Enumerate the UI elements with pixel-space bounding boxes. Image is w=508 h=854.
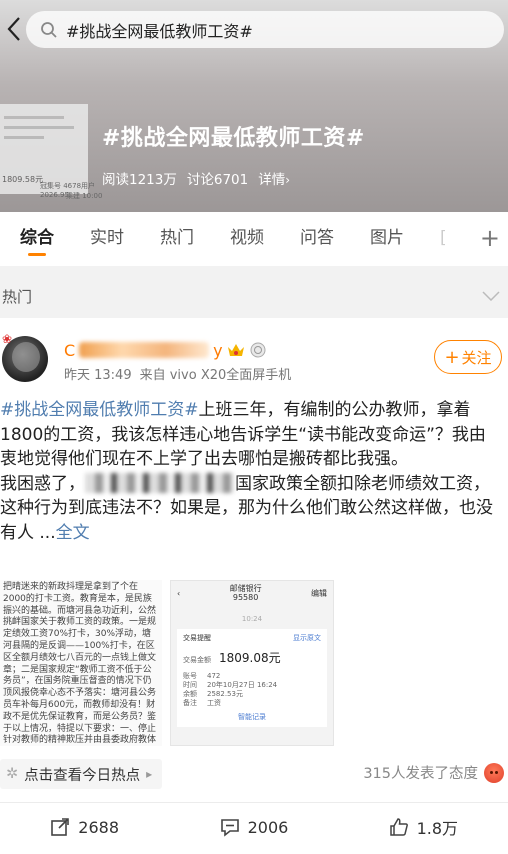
read-count: 阅读1213万	[102, 172, 177, 188]
sparkle-icon: ✲	[6, 766, 19, 782]
topic-title: #挑战全网最低教师工资#	[102, 126, 365, 151]
censored-mosaic	[85, 472, 235, 493]
add-tab-icon[interactable]: +	[480, 224, 500, 252]
search-query: #挑战全网最低教师工资#	[66, 21, 253, 41]
like-count: 1.8万	[416, 819, 459, 838]
triangle-right-icon: ▸	[146, 767, 153, 781]
thumbs-up-icon	[389, 818, 408, 836]
like-button[interactable]: 1.8万	[339, 815, 508, 839]
sms-smart-link: 智能记录	[238, 713, 266, 721]
read-more-link[interactable]: 全文	[56, 523, 90, 543]
comment-button[interactable]: 2006	[169, 817, 338, 837]
post-meta: 昨天 13:49 来自 vivo X20全面屏手机	[64, 364, 291, 383]
today-hot-button[interactable]: ✲ 点击查看今日热点 ▸	[0, 759, 163, 789]
sms-amount-label: 交易金额	[183, 656, 211, 664]
plus-icon: +	[444, 346, 460, 368]
tab-realtime[interactable]: 实时	[90, 212, 124, 266]
search-icon	[41, 21, 57, 38]
tab-bar: 综合 实时 热门 视频 问答 图片 [	[0, 212, 508, 266]
chevron-down-icon[interactable]	[482, 291, 500, 301]
topic-thumbnail: 1809.58元	[0, 104, 88, 194]
badge-icon: ❀	[2, 332, 13, 346]
tab-overflow[interactable]: [	[440, 212, 447, 266]
tab-qa[interactable]: 问答	[300, 212, 334, 266]
repost-button[interactable]: 2688	[0, 817, 169, 837]
thumb-text-4: 乘建 10:00	[66, 192, 103, 200]
follow-button[interactable]: + 关注	[434, 340, 502, 374]
post-source: 来自 vivo X20全面屏手机	[139, 368, 292, 383]
sms-bubble: 交易提醒 显示原文 交易金额 1809.08元 账号 472 时间 20年10月27日 …	[177, 629, 327, 727]
sms-amount: 1809.08元	[219, 651, 281, 665]
post-text-2a: 我困惑了，	[0, 473, 85, 494]
tab-video[interactable]: 视频	[230, 212, 264, 266]
angry-emoji-icon	[484, 762, 504, 783]
tab-hot[interactable]: 热门	[160, 212, 194, 266]
sms-number: 95580	[232, 593, 259, 602]
discuss-count: 讨论6701	[186, 172, 249, 188]
hot-bar: ✲ 点击查看今日热点 ▸ 315人发表了态度	[0, 758, 508, 790]
crown-icon	[227, 344, 244, 356]
chevron-left-icon	[7, 17, 20, 41]
post-time: 昨天 13:49	[64, 368, 132, 383]
topic-tag-link[interactable]: #挑战全网最低教师工资#	[0, 400, 199, 420]
sms-edit: 编辑	[310, 588, 327, 598]
tab-comprehensive[interactable]: 综合	[20, 212, 54, 266]
section-title: 热门	[2, 287, 33, 306]
sms-header: ‹ 邮储银行 95580 编辑	[171, 581, 333, 605]
sms-time: 10:24	[241, 615, 263, 623]
detail-link[interactable]: 详情›	[258, 168, 290, 188]
post-card: ❀ C y 昨天 13:49 来自 vivo X20全面屏手机 + 关注 #挑战全…	[0, 318, 508, 854]
back-button[interactable]	[2, 14, 26, 44]
topic-header: 1809.58元 冠集号 4678用户 2026.95 乘建 10:00 #挑战…	[0, 0, 508, 212]
today-hot-label: 点击查看今日热点	[24, 767, 141, 784]
post-image-document[interactable]: 把晴迷来的新政抖理是拿到了个在2000的打卡工资。教育是本，是民族振兴的基础。而…	[0, 580, 162, 746]
sms-sender: 邮储银行	[229, 584, 262, 593]
sms-box-link: 显示原文	[293, 634, 321, 642]
medal-icon	[250, 342, 266, 358]
post-image-sms[interactable]: ‹ 邮储银行 95580 编辑 10:24 交易提醒 显示原文 交易金额 1809.0…	[170, 580, 334, 746]
chevron-right-icon: ›	[285, 173, 291, 187]
thumb-text-1: 1809.58元	[2, 175, 44, 184]
thumb-text-3: 2026.95	[40, 191, 69, 199]
image-document-text: 把晴迷来的新政抖理是拿到了个在2000的打卡工资。教育是本，是民族振兴的基础。而…	[3, 582, 157, 746]
blurred-name	[79, 342, 210, 358]
reactions[interactable]: 315人发表了态度	[363, 762, 504, 783]
comment-count: 2006	[247, 817, 289, 837]
post-content: #挑战全网最低教师工资#上班三年，有编制的公办教师，拿着1800的工资，我该怎样…	[0, 398, 500, 545]
action-bar: 2688 2006 1.8万	[0, 804, 508, 850]
author-name[interactable]: C y	[64, 339, 267, 361]
back-icon: ‹	[177, 588, 181, 598]
sms-box-title: 交易提醒	[183, 634, 211, 642]
tab-images[interactable]: 图片	[370, 212, 404, 266]
section-header: 热门	[0, 274, 508, 318]
search-input[interactable]: #挑战全网最低教师工资#	[26, 11, 504, 48]
divider	[0, 802, 508, 803]
repost-count: 2688	[78, 817, 120, 837]
topic-stats: 阅读1213万 讨论6701 详情›	[102, 168, 290, 188]
thumb-text-2: 冠集号 4678用户	[40, 182, 96, 190]
repost-icon	[51, 818, 70, 836]
reactions-count: 315人发表了态度	[363, 766, 478, 782]
comment-icon	[220, 819, 239, 837]
